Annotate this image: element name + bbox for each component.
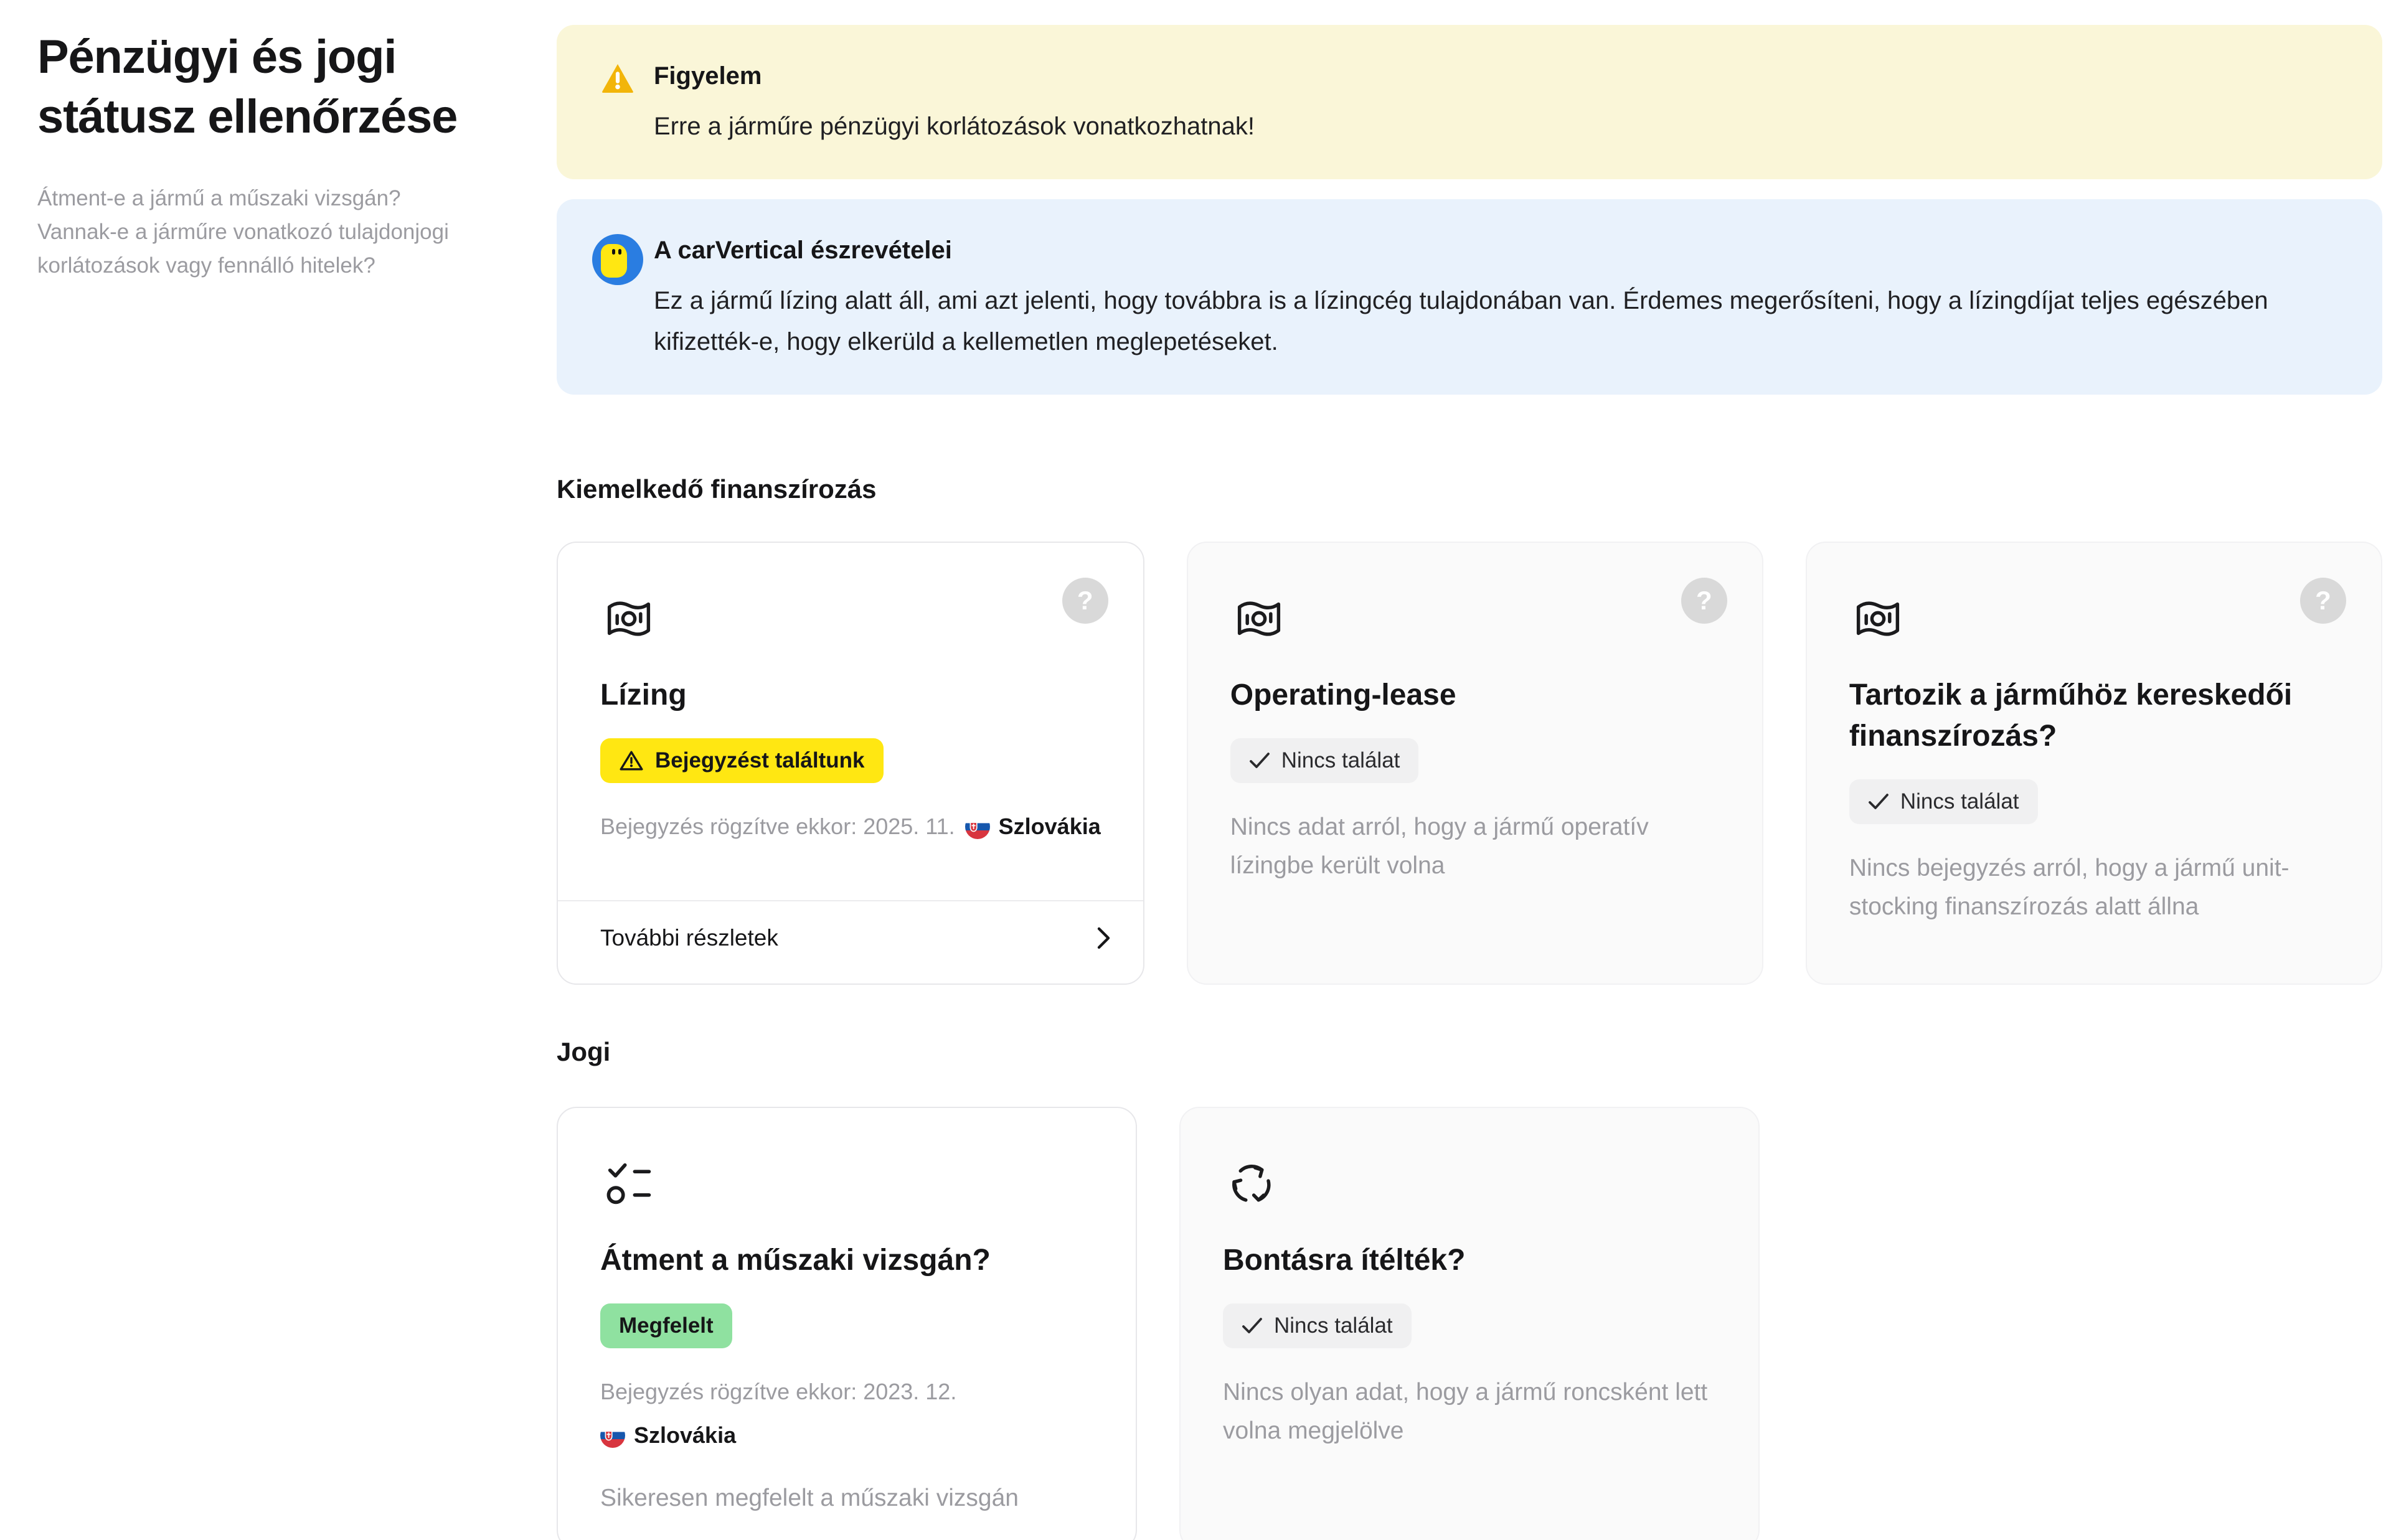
record-date: Bejegyzés rögzítve ekkor: 2023. 12. (600, 1379, 957, 1404)
check-icon (1868, 794, 1889, 809)
banknote-icon (1849, 590, 1907, 647)
page-description: Átment-e a jármű a műszaki vizsgán? Vann… (37, 186, 449, 278)
record-meta: Bejegyzés rögzítve ekkor: 2023. 12. Szlo… (600, 1376, 1093, 1457)
warning-outline-icon (620, 751, 643, 771)
more-details-label: További részletek (600, 925, 778, 951)
card-description: Nincs olyan adat, hogy a jármű roncsként… (1223, 1379, 1708, 1444)
card-title: Operating-lease (1230, 678, 1456, 711)
help-icon[interactable]: ? (1681, 578, 1727, 624)
badge-label: Nincs találat (1281, 748, 1400, 772)
record-found-badge: Bejegyzést találtunk (600, 738, 884, 783)
help-glyph: ? (1077, 586, 1093, 615)
card-title: Lízing (600, 678, 687, 711)
page-title: Pénzügyi és jogi státusz ellenőrzése (37, 31, 458, 143)
no-records-badge: Nincs találat (1230, 738, 1419, 783)
card-description: Nincs bejegyzés arról, hogy a jármű unit… (1849, 855, 2290, 920)
record-date: Bejegyzés rögzítve ekkor: 2025. 11. (600, 814, 955, 839)
card-operating-lease: ? Operating-lease Nincs találat Nincs ad… (1186, 542, 1763, 985)
financial-legal-status-page: Pénzügyi és jogi státusz ellenőrzése Átm… (0, 0, 2391, 1540)
no-records-badge: Nincs találat (1849, 779, 2038, 824)
badge-label: Megfelelt (619, 1313, 714, 1338)
help-icon[interactable]: ? (2300, 578, 2346, 624)
insight-banner: A carVertical észrevételei Ez a jármű lí… (557, 199, 2382, 395)
help-icon[interactable]: ? (1062, 578, 1108, 624)
legal-cards-grid: Átment a műszaki vizsgán? Megfelelt Beje… (557, 1107, 2382, 1540)
country-row: Szlovákia (964, 810, 1101, 843)
recycle-icon (1223, 1155, 1280, 1213)
section-content: Figyelem Erre a járműre pénzügyi korláto… (557, 25, 2382, 1540)
card-title: Bontásra ítélték? (1223, 1244, 1466, 1277)
badge-label: Nincs találat (1274, 1313, 1393, 1338)
financing-cards-grid: ? Lízing Bejegyzést találtunk Bejegyzés … (557, 542, 2382, 985)
warning-banner-title: Figyelem (654, 62, 762, 90)
card-technical-inspection: Átment a műszaki vizsgán? Megfelelt Beje… (557, 1107, 1137, 1540)
record-meta: Bejegyzés rögzítve ekkor: 2025. 11. Szlo… (600, 810, 1101, 843)
insight-banner-title: A carVertical észrevételei (654, 237, 952, 264)
card-title: Tartozik a járműhöz kereskedői finanszír… (1849, 678, 2293, 753)
carvertical-mascot-icon (582, 232, 654, 362)
badge-label: Nincs találat (1900, 789, 2019, 814)
card-description: Sikeresen megfelelt a műszaki vizsgán (600, 1485, 1019, 1511)
warning-banner: Figyelem Erre a járműre pénzügyi korláto… (557, 25, 2382, 179)
country-name: Szlovákia (634, 1422, 737, 1448)
help-glyph: ? (2315, 586, 2331, 615)
warning-banner-message: Erre a járműre pénzügyi korlátozások von… (654, 113, 1255, 140)
help-glyph: ? (1696, 586, 1712, 615)
passed-badge: Megfelelt (600, 1303, 732, 1348)
section-header-financing: Kiemelkedő finanszírozás (557, 474, 877, 504)
country-row: Szlovákia (600, 1419, 736, 1452)
warning-triangle-icon (582, 57, 654, 147)
checklist-icon (600, 1155, 658, 1213)
chevron-right-icon (1097, 927, 1110, 949)
slovakia-flag-icon (600, 1423, 625, 1448)
banknote-icon (1230, 590, 1288, 647)
card-scrapped: Bontásra ítélték? Nincs találat Nincs ol… (1179, 1107, 1760, 1540)
check-icon (1249, 753, 1270, 768)
check-icon (1242, 1318, 1262, 1333)
badge-label: Bejegyzést találtunk (655, 748, 865, 772)
country-name: Szlovákia (998, 814, 1101, 839)
section-intro: Pénzügyi és jogi státusz ellenőrzése Átm… (37, 27, 468, 283)
slovakia-flag-icon (964, 814, 990, 839)
card-description: Nincs adat arról, hogy a jármű operatív … (1230, 814, 1649, 879)
section-header-legal: Jogi (557, 1037, 611, 1066)
card-dealer-financing: ? Tartozik a járműhöz kereskedői finansz… (1805, 542, 2382, 985)
no-records-badge: Nincs találat (1223, 1303, 1412, 1348)
card-leasing: ? Lízing Bejegyzést találtunk Bejegyzés … (557, 542, 1144, 985)
insight-banner-message: Ez a jármű lízing alatt áll, ami azt jel… (654, 287, 2268, 355)
banknote-icon (600, 590, 658, 647)
more-details-button[interactable]: További részletek (558, 900, 1143, 954)
card-title: Átment a műszaki vizsgán? (600, 1244, 991, 1277)
